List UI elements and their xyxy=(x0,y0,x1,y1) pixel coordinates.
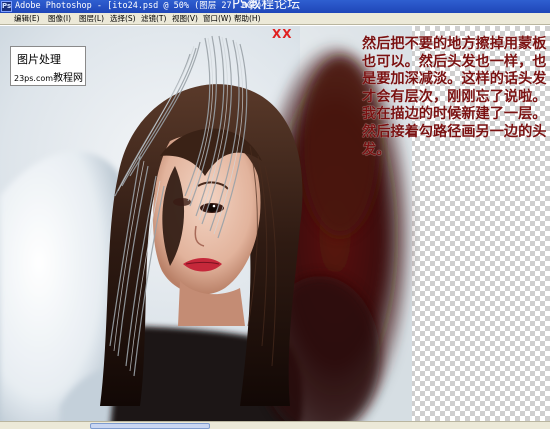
window-title-bar: Ps Adobe Photoshop - [ito24.psd @ 50% (图… xyxy=(0,0,550,13)
logo-domain: 23ps.com xyxy=(14,74,54,83)
menu-image[interactable]: 图像(I) xyxy=(48,13,71,25)
menu-view[interactable]: 视图(V) xyxy=(172,13,198,25)
photoshop-app-icon: Ps xyxy=(1,1,12,12)
menu-window[interactable]: 窗口(W) xyxy=(203,13,231,25)
tutorial-annotation: 然后把不要的地方擦掉用蒙板也可以。然后头发也一样，也是要加深减淡。这样的话头发才… xyxy=(362,36,547,158)
menu-help[interactable]: 帮助(H) xyxy=(234,13,261,25)
menu-edit[interactable]: 编辑(E) xyxy=(14,13,40,25)
xx-mark: XX xyxy=(272,27,293,41)
logo-title: 图片处理 xyxy=(17,53,61,66)
site-watermark: PS教程论坛 xyxy=(232,0,301,12)
logo-subtitle: 教程网 xyxy=(53,73,84,84)
menu-select[interactable]: 选择(S) xyxy=(110,13,136,25)
scrollbar-thumb[interactable] xyxy=(90,423,210,429)
horizontal-scrollbar[interactable] xyxy=(0,421,550,429)
window-title: Adobe Photoshop - [ito24.psd @ 50% (图层 2… xyxy=(15,1,268,11)
menu-bar: 编辑(E) 图像(I) 图层(L) 选择(S) 滤镜(T) 视图(V) 窗口(W… xyxy=(0,13,550,25)
menu-filter[interactable]: 滤镜(T) xyxy=(141,13,166,25)
document-canvas[interactable]: 图片处理 23ps.com教程网 XX 然后把不要的地方擦掉用蒙板也可以。然后头… xyxy=(0,26,550,429)
logo-url: 23ps.com教程网 xyxy=(14,69,83,84)
site-logo: 图片处理 23ps.com教程网 xyxy=(10,46,86,86)
menu-layer[interactable]: 图层(L) xyxy=(79,13,104,25)
